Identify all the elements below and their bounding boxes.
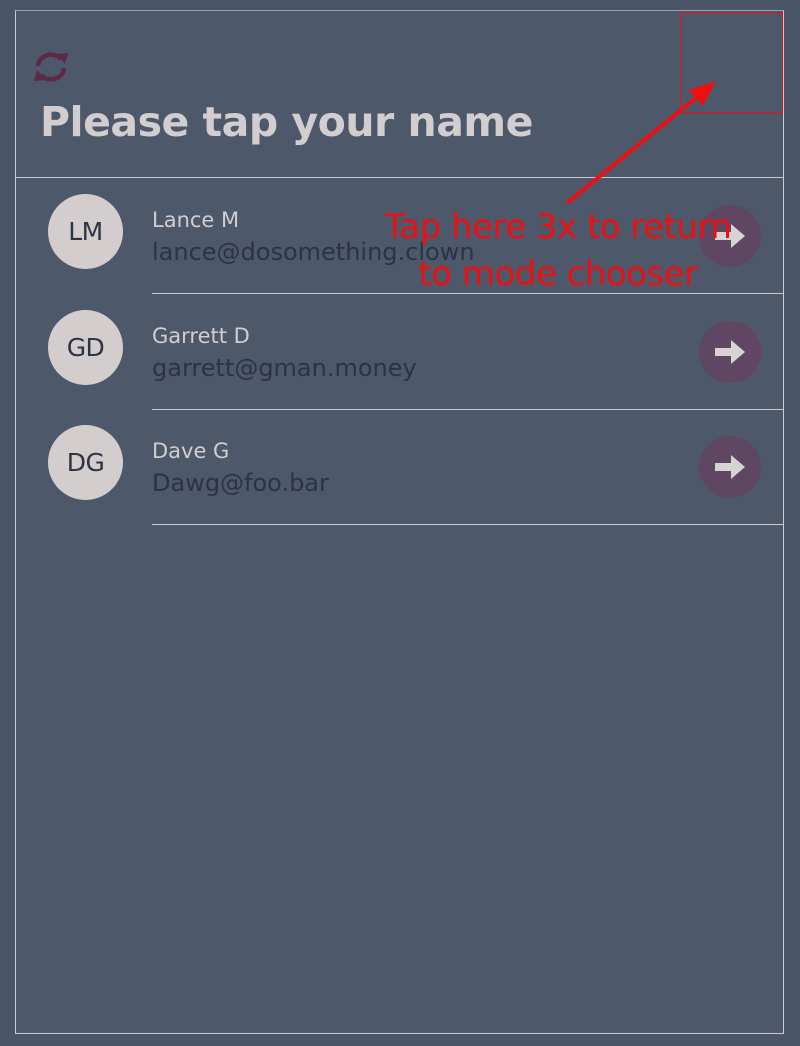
avatar: LM bbox=[48, 194, 123, 269]
refresh-button[interactable] bbox=[30, 49, 72, 85]
avatar: DG bbox=[48, 425, 123, 500]
arrow-right-icon bbox=[715, 455, 745, 479]
avatar: GD bbox=[48, 310, 123, 385]
arrow-right-icon bbox=[715, 224, 745, 248]
mode-chooser-hot-zone[interactable] bbox=[681, 12, 783, 113]
row-divider bbox=[152, 524, 784, 525]
select-user-button[interactable] bbox=[699, 321, 761, 383]
refresh-icon bbox=[34, 52, 68, 82]
user-name: Garrett D bbox=[152, 324, 250, 348]
user-email: Dawg@foo.bar bbox=[152, 469, 329, 497]
user-list-item[interactable]: GD Garrett D garrett@gman.money bbox=[16, 294, 784, 410]
user-email: garrett@gman.money bbox=[152, 354, 417, 382]
page-title: Please tap your name bbox=[40, 98, 533, 146]
select-user-button[interactable] bbox=[699, 436, 761, 498]
arrow-right-icon bbox=[715, 340, 745, 364]
user-email: lance@dosomething.clown bbox=[152, 238, 475, 266]
user-list-item[interactable]: LM Lance M lance@dosomething.clown bbox=[16, 178, 784, 294]
user-list-item[interactable]: DG Dave G Dawg@foo.bar bbox=[16, 409, 784, 525]
user-name: Dave G bbox=[152, 439, 230, 463]
select-user-button[interactable] bbox=[699, 205, 761, 267]
user-name: Lance M bbox=[152, 208, 240, 232]
